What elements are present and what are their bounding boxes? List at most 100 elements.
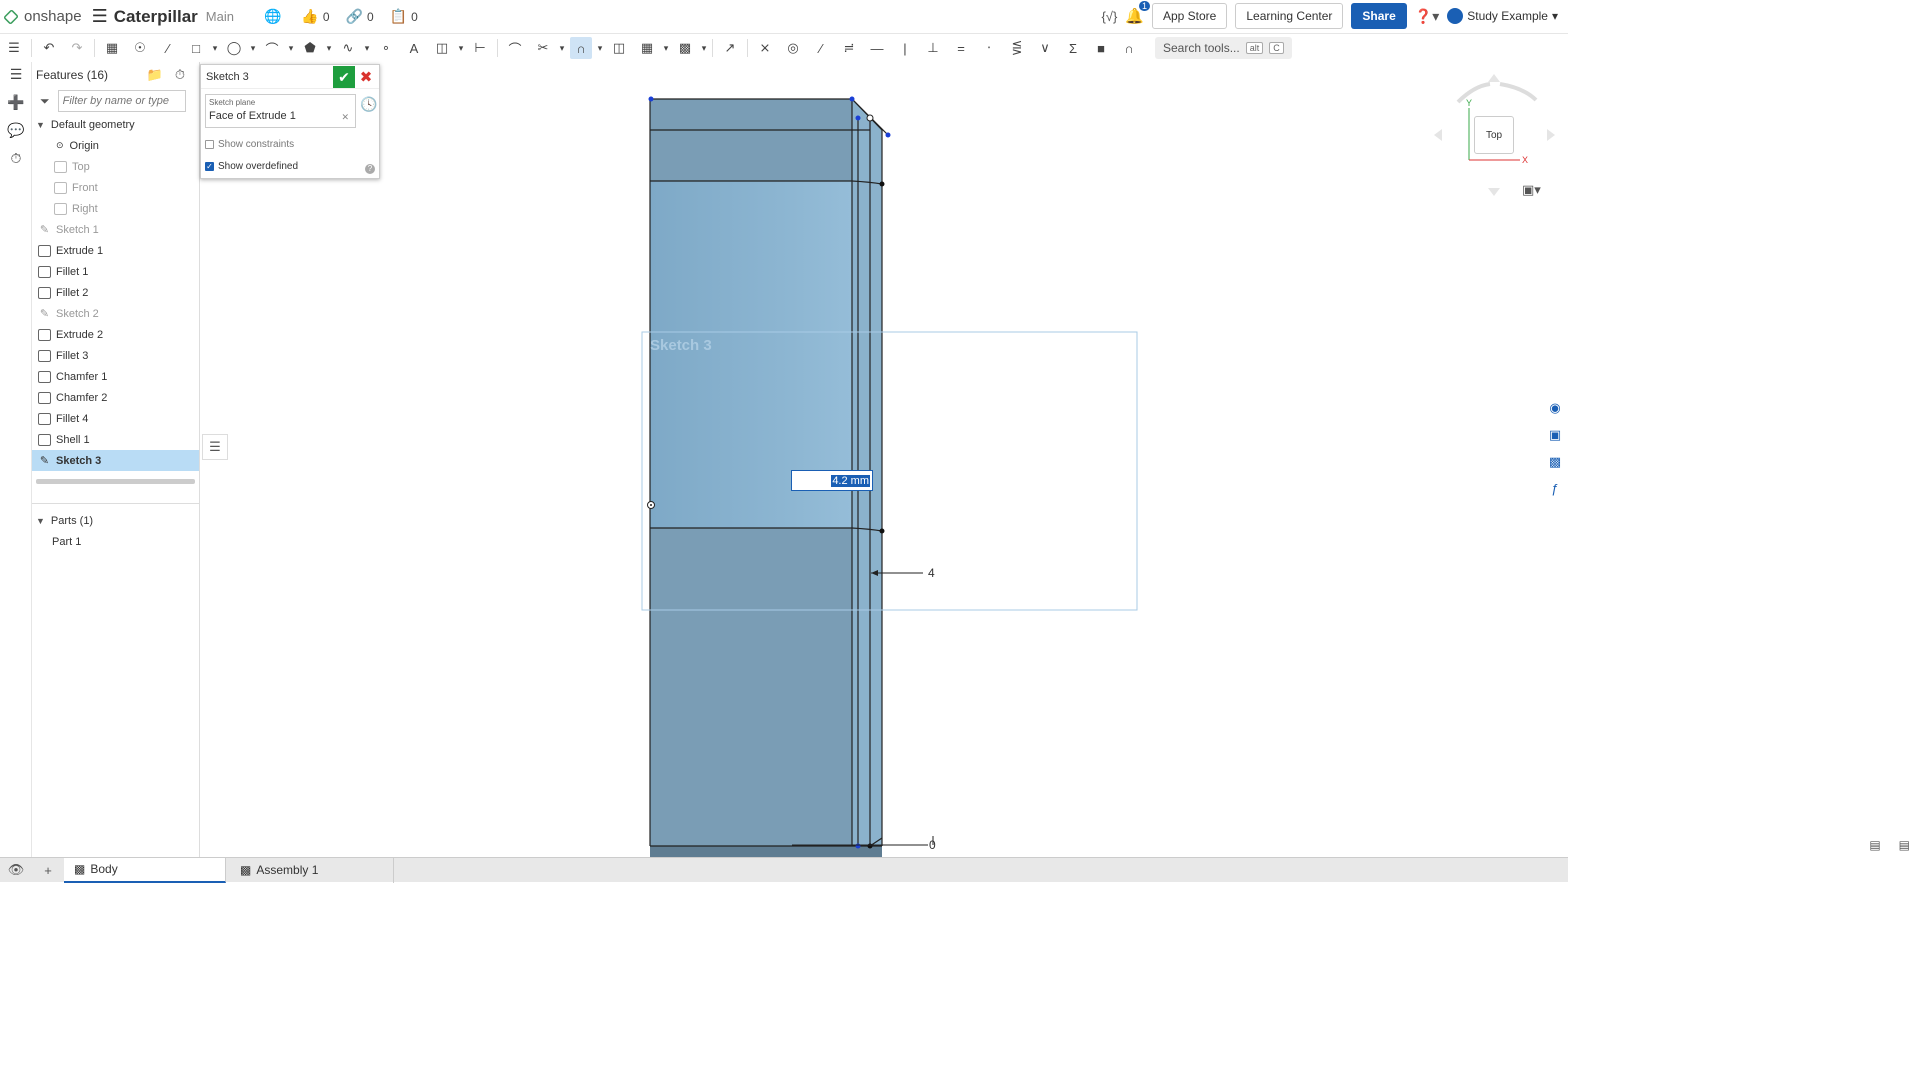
vertical-constraint-icon[interactable]: | xyxy=(894,37,916,59)
coincident-constraint-icon[interactable]: ⨯ xyxy=(754,37,776,59)
variables-icon[interactable]: {√} xyxy=(1101,9,1117,24)
redo-icon[interactable]: ↷ xyxy=(66,37,88,59)
dimension-label[interactable]: 0 xyxy=(929,838,936,852)
default-geometry-group[interactable]: ▼ Default geometry xyxy=(32,114,199,135)
render-mode-cube-icon[interactable]: ▣▾ xyxy=(1522,182,1541,198)
chevron-down-icon[interactable]: ▾ xyxy=(699,37,709,59)
help-question-icon[interactable]: ? xyxy=(365,164,375,174)
fillet-tool-icon[interactable]: ⌒ xyxy=(504,37,526,59)
spline-tool-icon[interactable]: ∿ xyxy=(337,37,359,59)
normal-constraint-icon[interactable]: ⋚ xyxy=(1006,37,1028,59)
measure-icon[interactable]: ▤ xyxy=(1899,838,1910,852)
onshape-logo[interactable]: onshape xyxy=(3,8,82,25)
share-button[interactable]: Share xyxy=(1351,3,1407,29)
hamburger-menu-icon[interactable]: ☰ xyxy=(92,6,108,27)
arc-tool-icon[interactable]: ⌒ xyxy=(261,37,283,59)
parallel-constraint-icon[interactable]: ∕ xyxy=(810,37,832,59)
display-states-icon[interactable]: ▩ xyxy=(1542,448,1568,475)
show-constraints-checkbox[interactable]: Show constraints xyxy=(205,139,294,150)
dimension-tool-icon[interactable]: ⊢ xyxy=(469,37,491,59)
rectangle-tool-icon[interactable]: □ xyxy=(185,37,207,59)
curvature-constraint-icon[interactable]: ∩ xyxy=(1118,37,1140,59)
chevron-down-icon[interactable]: ▾ xyxy=(456,37,466,59)
appearance-icon[interactable]: ◉ xyxy=(1542,394,1568,421)
new-sketch-icon[interactable]: ▦ xyxy=(101,37,123,59)
concentric-constraint-icon[interactable]: ◎ xyxy=(782,37,804,59)
transform-tool-icon[interactable]: ↗ xyxy=(719,37,741,59)
comments-icon[interactable]: 💬 xyxy=(0,116,32,144)
document-branch[interactable]: Main xyxy=(206,9,234,24)
parts-cube-icon[interactable]: ▣ xyxy=(1542,421,1568,448)
tree-item-feature[interactable]: Fillet 4 xyxy=(32,408,199,429)
copies-button[interactable]: 📋 0 xyxy=(390,8,418,25)
view-options-icon[interactable]: 👁 xyxy=(0,862,32,878)
perpendicular-constraint-icon[interactable]: ⊥ xyxy=(922,37,944,59)
trim-tool-icon[interactable]: ✂ xyxy=(532,37,554,59)
add-feature-icon[interactable]: ➕ xyxy=(0,88,32,116)
chevron-down-icon[interactable]: ▾ xyxy=(362,37,372,59)
horizontal-constraint-icon[interactable]: — xyxy=(866,37,888,59)
dialog-list-toggle-icon[interactable]: ☰ xyxy=(202,434,228,460)
equal-constraint-icon[interactable]: = xyxy=(950,37,972,59)
tree-item-feature[interactable]: Extrude 1 xyxy=(32,240,199,261)
rollback-timer-icon[interactable]: ⏱ xyxy=(175,67,185,83)
feature-filter-input[interactable] xyxy=(57,90,186,112)
tree-item-feature[interactable]: Chamfer 2 xyxy=(32,387,199,408)
notifications-bell-icon[interactable]: 🔔 1 xyxy=(1125,1,1150,25)
tree-item-feature[interactable]: Extrude 2 xyxy=(32,324,199,345)
parts-group[interactable]: ▼ Parts (1) xyxy=(32,510,199,531)
line-tool-icon[interactable]: ∕ xyxy=(157,37,179,59)
midpoint-constraint-icon[interactable]: ⋅ xyxy=(978,37,1000,59)
app-store-button[interactable]: App Store xyxy=(1151,3,1228,29)
tree-item-feature[interactable]: Fillet 2 xyxy=(32,282,199,303)
chevron-down-icon[interactable]: ▾ xyxy=(286,37,296,59)
tree-item-right-plane[interactable]: Right xyxy=(32,198,199,219)
use-icon[interactable]: ☉ xyxy=(129,37,151,59)
tree-item-feature[interactable]: ✎ Sketch 3 xyxy=(32,450,199,471)
pierce-constraint-icon[interactable]: ∨ xyxy=(1034,37,1056,59)
tab-assembly-1[interactable]: ▩ Assembly 1 xyxy=(230,857,394,883)
cancel-close-icon[interactable]: ✖ xyxy=(357,66,375,88)
show-overdefined-checkbox[interactable]: ✓ Show overdefined xyxy=(205,161,298,172)
tree-item-top-plane[interactable]: Top xyxy=(32,156,199,177)
add-tab-icon[interactable]: + xyxy=(32,863,64,878)
tree-item-feature[interactable]: ✎ Sketch 2 xyxy=(32,303,199,324)
chevron-down-icon[interactable]: ▾ xyxy=(595,37,605,59)
tree-item-feature[interactable]: Chamfer 1 xyxy=(32,366,199,387)
circle-tool-icon[interactable]: ◯ xyxy=(223,37,245,59)
pattern-tool-icon[interactable]: ▦ xyxy=(636,37,658,59)
user-menu[interactable]: Study Example ▾ xyxy=(1447,8,1558,24)
mirror-tool-icon[interactable]: ◫ xyxy=(608,37,630,59)
learning-center-button[interactable]: Learning Center xyxy=(1235,3,1344,29)
like-button[interactable]: 👍 0 xyxy=(301,8,329,25)
offset-tool-icon[interactable]: ∩ xyxy=(570,37,592,59)
tangent-constraint-icon[interactable]: ≓ xyxy=(838,37,860,59)
chevron-down-icon[interactable]: ▾ xyxy=(557,37,567,59)
feature-tree-icon[interactable]: ☰ xyxy=(0,60,32,88)
polygon-tool-icon[interactable]: ⬟ xyxy=(299,37,321,59)
help-icon[interactable]: ❓▾ xyxy=(1415,8,1439,25)
dimension-label[interactable]: 4 xyxy=(928,566,935,580)
filter-funnel-icon[interactable]: ⏷ xyxy=(40,94,50,109)
new-folder-icon[interactable]: 📁 xyxy=(147,67,163,83)
search-tools-button[interactable]: Search tools... alt C xyxy=(1155,37,1292,59)
tree-item-origin[interactable]: ⊙ Origin xyxy=(32,135,199,156)
history-clock-icon[interactable]: 🕓 xyxy=(360,96,377,113)
point-tool-icon[interactable]: ∘ xyxy=(375,37,397,59)
tree-item-front-plane[interactable]: Front xyxy=(32,177,199,198)
construction-tool-icon[interactable]: ◫ xyxy=(431,37,453,59)
chevron-down-icon[interactable]: ▾ xyxy=(324,37,334,59)
chevron-down-icon[interactable]: ▾ xyxy=(248,37,258,59)
rollback-bar[interactable] xyxy=(36,479,195,484)
document-title[interactable]: Caterpillar xyxy=(114,7,198,27)
clear-selection-icon[interactable]: ✕ xyxy=(341,112,349,123)
chevron-down-icon[interactable]: ▾ xyxy=(661,37,671,59)
confirm-check-icon[interactable]: ✔ xyxy=(333,66,355,88)
section-view-icon[interactable]: ▤ xyxy=(1869,838,1880,852)
symmetric-constraint-icon[interactable]: Σ xyxy=(1062,37,1084,59)
tree-item-feature[interactable]: ✎ Sketch 1 xyxy=(32,219,199,240)
tree-item-feature[interactable]: Fillet 1 xyxy=(32,261,199,282)
tree-item-part-1[interactable]: Part 1 xyxy=(32,531,199,552)
undo-icon[interactable]: ↶ xyxy=(38,37,60,59)
import-dxf-icon[interactable]: ▩ xyxy=(674,37,696,59)
